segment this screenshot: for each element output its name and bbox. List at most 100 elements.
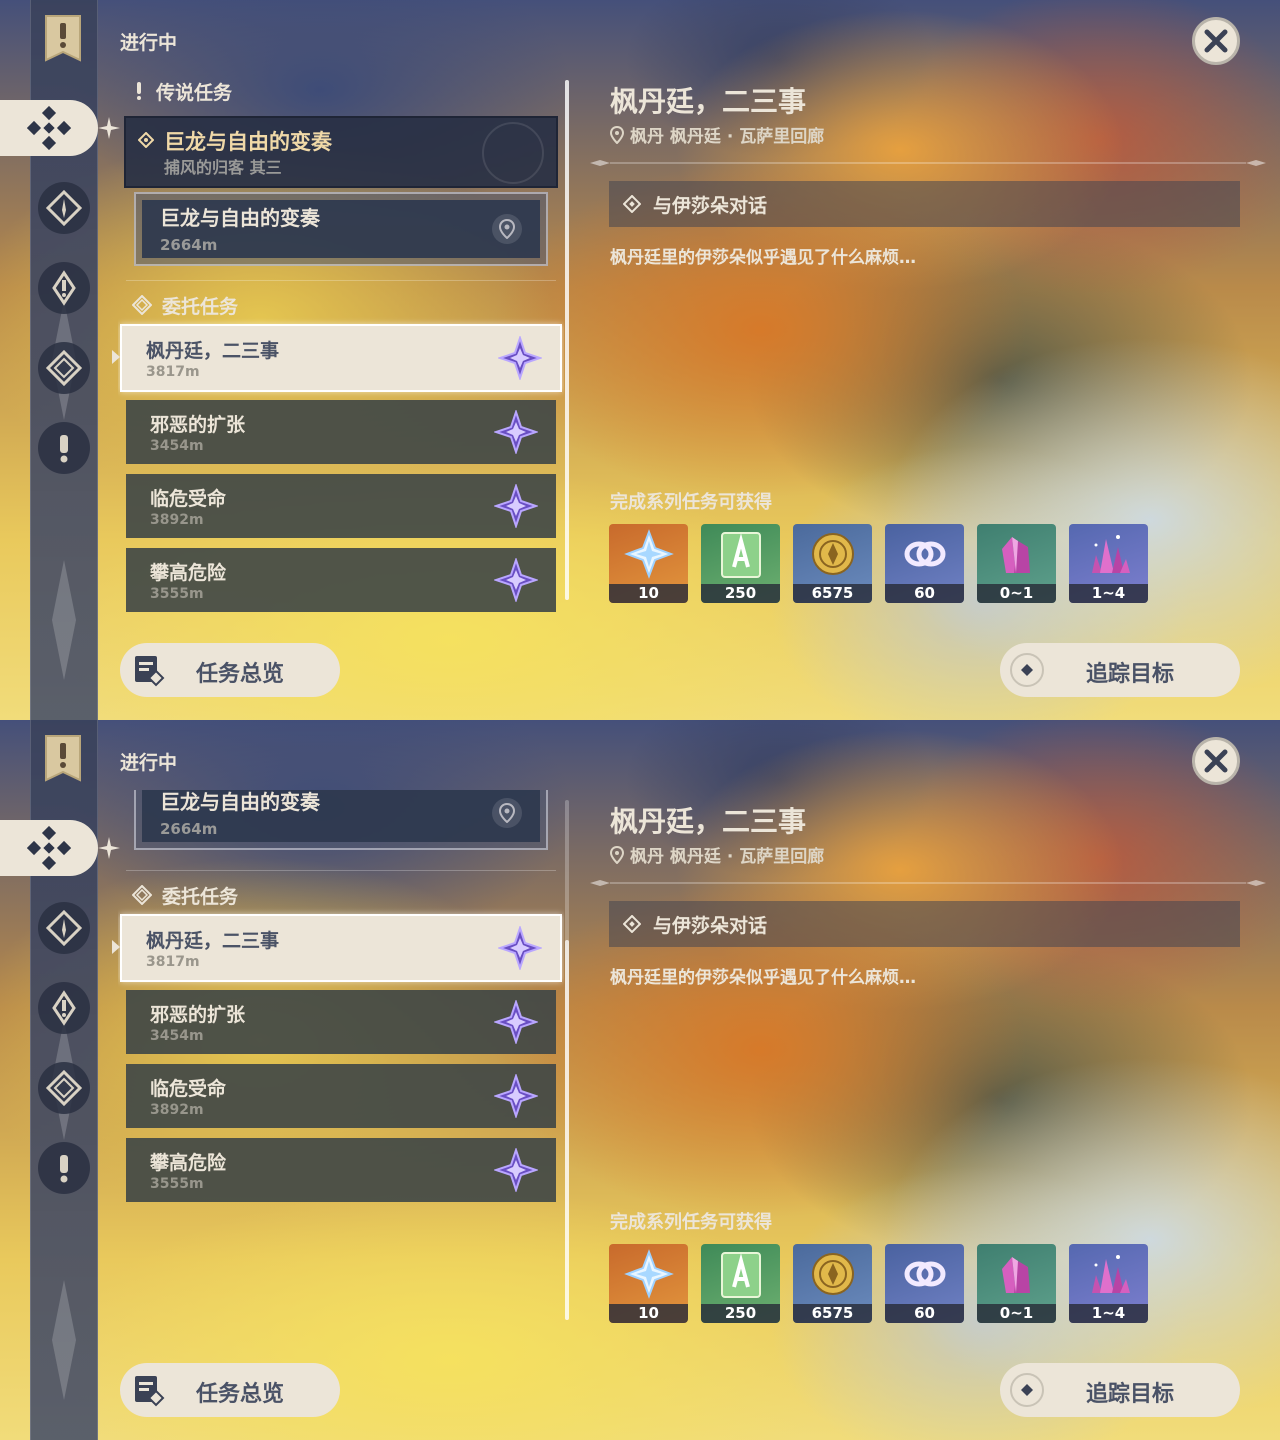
filter-tab-world[interactable]	[38, 422, 90, 474]
reward-qty: 6575	[793, 584, 872, 603]
reward-item[interactable]: 6575	[793, 524, 872, 603]
track-objective-button[interactable]: 追踪目标	[1000, 1363, 1240, 1417]
reward-qty: 0~1	[977, 584, 1056, 603]
close-button[interactable]	[1192, 17, 1240, 65]
objective-diamond-icon	[623, 915, 641, 933]
reward-item[interactable]: 60	[885, 1244, 964, 1323]
ongoing-header: 进行中	[120, 752, 178, 774]
quest-item-selected[interactable]: 枫丹廷，二三事 3817m	[120, 324, 562, 392]
quest-description: 枫丹廷里的伊莎朵似乎遇见了什么麻烦…	[610, 248, 916, 268]
detail-location: 枫丹 枫丹廷 · 瓦萨里回廊	[610, 122, 824, 147]
reward-heading: 完成系列任务可获得	[610, 492, 772, 513]
quest-list-scrollbar[interactable]	[565, 80, 569, 600]
quest-distance: 3454m	[150, 438, 204, 454]
quest-title: 攀高危险	[150, 562, 227, 584]
commission-section-icon	[132, 885, 152, 905]
quest-distance: 3817m	[146, 364, 200, 380]
crystal-chunk-icon	[1001, 1257, 1030, 1293]
reward-item[interactable]: 6575	[793, 1244, 872, 1323]
filter-tab-story[interactable]	[38, 982, 90, 1034]
reward-qty: 250	[701, 1304, 780, 1323]
legend-emblem-icon	[482, 122, 544, 184]
filter-tab-all[interactable]	[0, 100, 98, 156]
objective-bar: 与伊莎朵对话	[609, 901, 1240, 947]
detail-location: 枫丹 枫丹廷 · 瓦萨里回廊	[610, 842, 824, 867]
quest-item[interactable]: 邪恶的扩张 3454m	[126, 990, 556, 1054]
mora-icon	[811, 1253, 854, 1295]
quest-overview-button[interactable]: 任务总览	[120, 1363, 340, 1417]
reward-item[interactable]: 0~1	[977, 524, 1056, 603]
filter-tab-all[interactable]	[0, 820, 98, 876]
quest-item-selected[interactable]: 枫丹廷，二三事 3817m	[120, 914, 562, 982]
quest-overview-button[interactable]: 任务总览	[120, 643, 340, 697]
detail-divider	[590, 880, 1266, 886]
quest-item[interactable]: 临危受命 3892m	[126, 1064, 556, 1128]
reward-item[interactable]: 1~4	[1069, 524, 1148, 603]
legend-diamond-icon	[138, 132, 154, 148]
reward-item[interactable]: 0~1	[977, 1244, 1056, 1323]
filter-tab-world[interactable]	[38, 1142, 90, 1194]
legend-subquest-card[interactable]: 巨龙与自由的变奏 2664m	[134, 790, 548, 850]
reward-item[interactable]: 10	[609, 1244, 688, 1323]
filter-tab-archon[interactable]	[38, 902, 90, 954]
legend-quest-card[interactable]: 巨龙与自由的变奏 捕风的归客 其三	[124, 116, 558, 188]
quest-banner-icon[interactable]	[44, 14, 82, 62]
quest-item[interactable]: 临危受命 3892m	[126, 474, 556, 538]
quest-title: 临危受命	[150, 1078, 227, 1100]
commission-star-icon	[494, 1074, 538, 1118]
detail-title: 枫丹廷，二三事	[610, 805, 807, 838]
scroll-thumb[interactable]	[565, 940, 569, 1320]
location-pin-icon	[492, 214, 522, 244]
scroll-thumb[interactable]	[565, 80, 569, 600]
commission-star-icon	[494, 484, 538, 528]
objective-diamond-icon	[623, 195, 641, 213]
reward-item[interactable]: 250	[701, 524, 780, 603]
track-objective-button[interactable]: 追踪目标	[1000, 643, 1240, 697]
quest-list[interactable]: 巨龙与自由的变奏 2664m 委托任务 枫丹廷，二三事 3817m 邪恶的扩张 …	[118, 790, 564, 1340]
close-button[interactable]	[1192, 737, 1240, 785]
location-pin-icon	[610, 125, 624, 144]
legend-subquest-card[interactable]: 巨龙与自由的变奏 2664m	[134, 192, 548, 266]
quest-overview-icon	[135, 656, 165, 687]
reward-item[interactable]: 1~4	[1069, 1244, 1148, 1323]
quest-log-screen-1: 进行中 传说任务 巨龙与自由的变奏 捕风的归客 其三 巨龙与自由的变奏 2664…	[0, 0, 1280, 720]
section-divider	[126, 870, 556, 871]
commission-quest-icon	[46, 1070, 82, 1106]
subquest-title: 巨龙与自由的变奏	[160, 790, 320, 814]
quest-item[interactable]: 邪恶的扩张 3454m	[126, 400, 556, 464]
detail-title: 枫丹廷，二三事	[610, 85, 807, 118]
reward-item[interactable]: 250	[701, 1244, 780, 1323]
location-text: 枫丹 枫丹廷 · 瓦萨里回廊	[630, 847, 825, 867]
filter-tab-commission[interactable]	[38, 342, 90, 394]
reward-qty: 60	[885, 1304, 964, 1323]
commission-quest-icon	[46, 350, 82, 386]
story-quest-icon	[52, 270, 76, 306]
archon-quest-icon	[46, 910, 82, 946]
adventure-exp-icon	[720, 532, 761, 578]
quest-list[interactable]: 传说任务 巨龙与自由的变奏 捕风的归客 其三 巨龙与自由的变奏 2664m 委托…	[118, 70, 564, 620]
reward-item[interactable]: 10	[609, 524, 688, 603]
commission-star-icon	[494, 558, 538, 602]
quest-banner-icon[interactable]	[44, 734, 82, 782]
world-quest-icon	[60, 435, 68, 463]
archon-quest-icon	[46, 190, 82, 226]
commission-section-icon	[132, 295, 152, 315]
location-text: 枫丹 枫丹廷 · 瓦萨里回廊	[630, 127, 825, 147]
filter-tab-archon[interactable]	[38, 182, 90, 234]
filter-tab-story[interactable]	[38, 262, 90, 314]
filter-tab-commission[interactable]	[38, 1062, 90, 1114]
commission-star-icon	[498, 336, 542, 380]
all-quests-icon	[27, 106, 71, 150]
legend-quest-title: 巨龙与自由的变奏	[164, 130, 332, 154]
rail-ornament-icon	[52, 1280, 76, 1400]
companionship-exp-icon	[904, 1261, 945, 1287]
track-icon	[1010, 653, 1044, 687]
story-quest-icon	[52, 990, 76, 1026]
reward-item[interactable]: 60	[885, 524, 964, 603]
commission-section-header: 委托任务	[132, 882, 238, 908]
location-pin-icon	[610, 845, 624, 864]
subquest-title: 巨龙与自由的变奏	[160, 206, 320, 230]
quest-list-scrollbar[interactable]	[565, 800, 569, 1320]
quest-item[interactable]: 攀高危险 3555m	[126, 1138, 556, 1202]
quest-item[interactable]: 攀高危险 3555m	[126, 548, 556, 612]
